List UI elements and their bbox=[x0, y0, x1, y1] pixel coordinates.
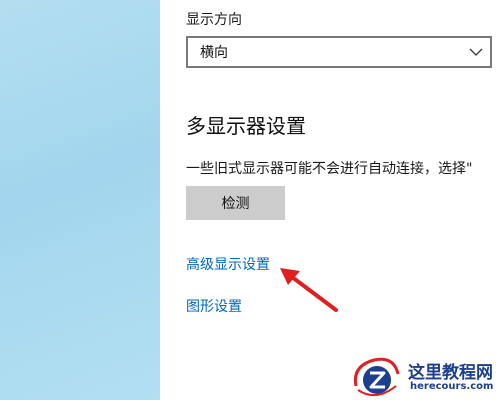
detect-button[interactable]: 检测 bbox=[186, 186, 285, 220]
graphics-settings-link[interactable]: 图形设置 bbox=[186, 296, 242, 316]
chevron-down-icon bbox=[462, 48, 490, 56]
red-arrow-annotation bbox=[280, 268, 338, 312]
display-orientation-dropdown[interactable]: 横向 bbox=[186, 36, 492, 68]
watermark-domain: herecours.com bbox=[410, 381, 494, 392]
site-watermark: 这里教程网 herecours.com bbox=[350, 352, 500, 400]
dropdown-selected-value: 横向 bbox=[200, 45, 228, 61]
multi-display-title: 多显示器设置 bbox=[186, 114, 306, 138]
background-panel bbox=[0, 0, 160, 400]
advanced-display-settings-link[interactable]: 高级显示设置 bbox=[186, 254, 270, 274]
watermark-site-name: 这里教程网 bbox=[408, 363, 493, 383]
display-orientation-label: 显示方向 bbox=[186, 12, 242, 28]
multi-display-description: 一些旧式显示器可能不会进行自动连接，选择" bbox=[186, 161, 473, 177]
settings-content: 显示方向 横向 多显示器设置 一些旧式显示器可能不会进行自动连接，选择" 检测 … bbox=[160, 0, 500, 400]
watermark-logo-icon bbox=[353, 357, 400, 397]
